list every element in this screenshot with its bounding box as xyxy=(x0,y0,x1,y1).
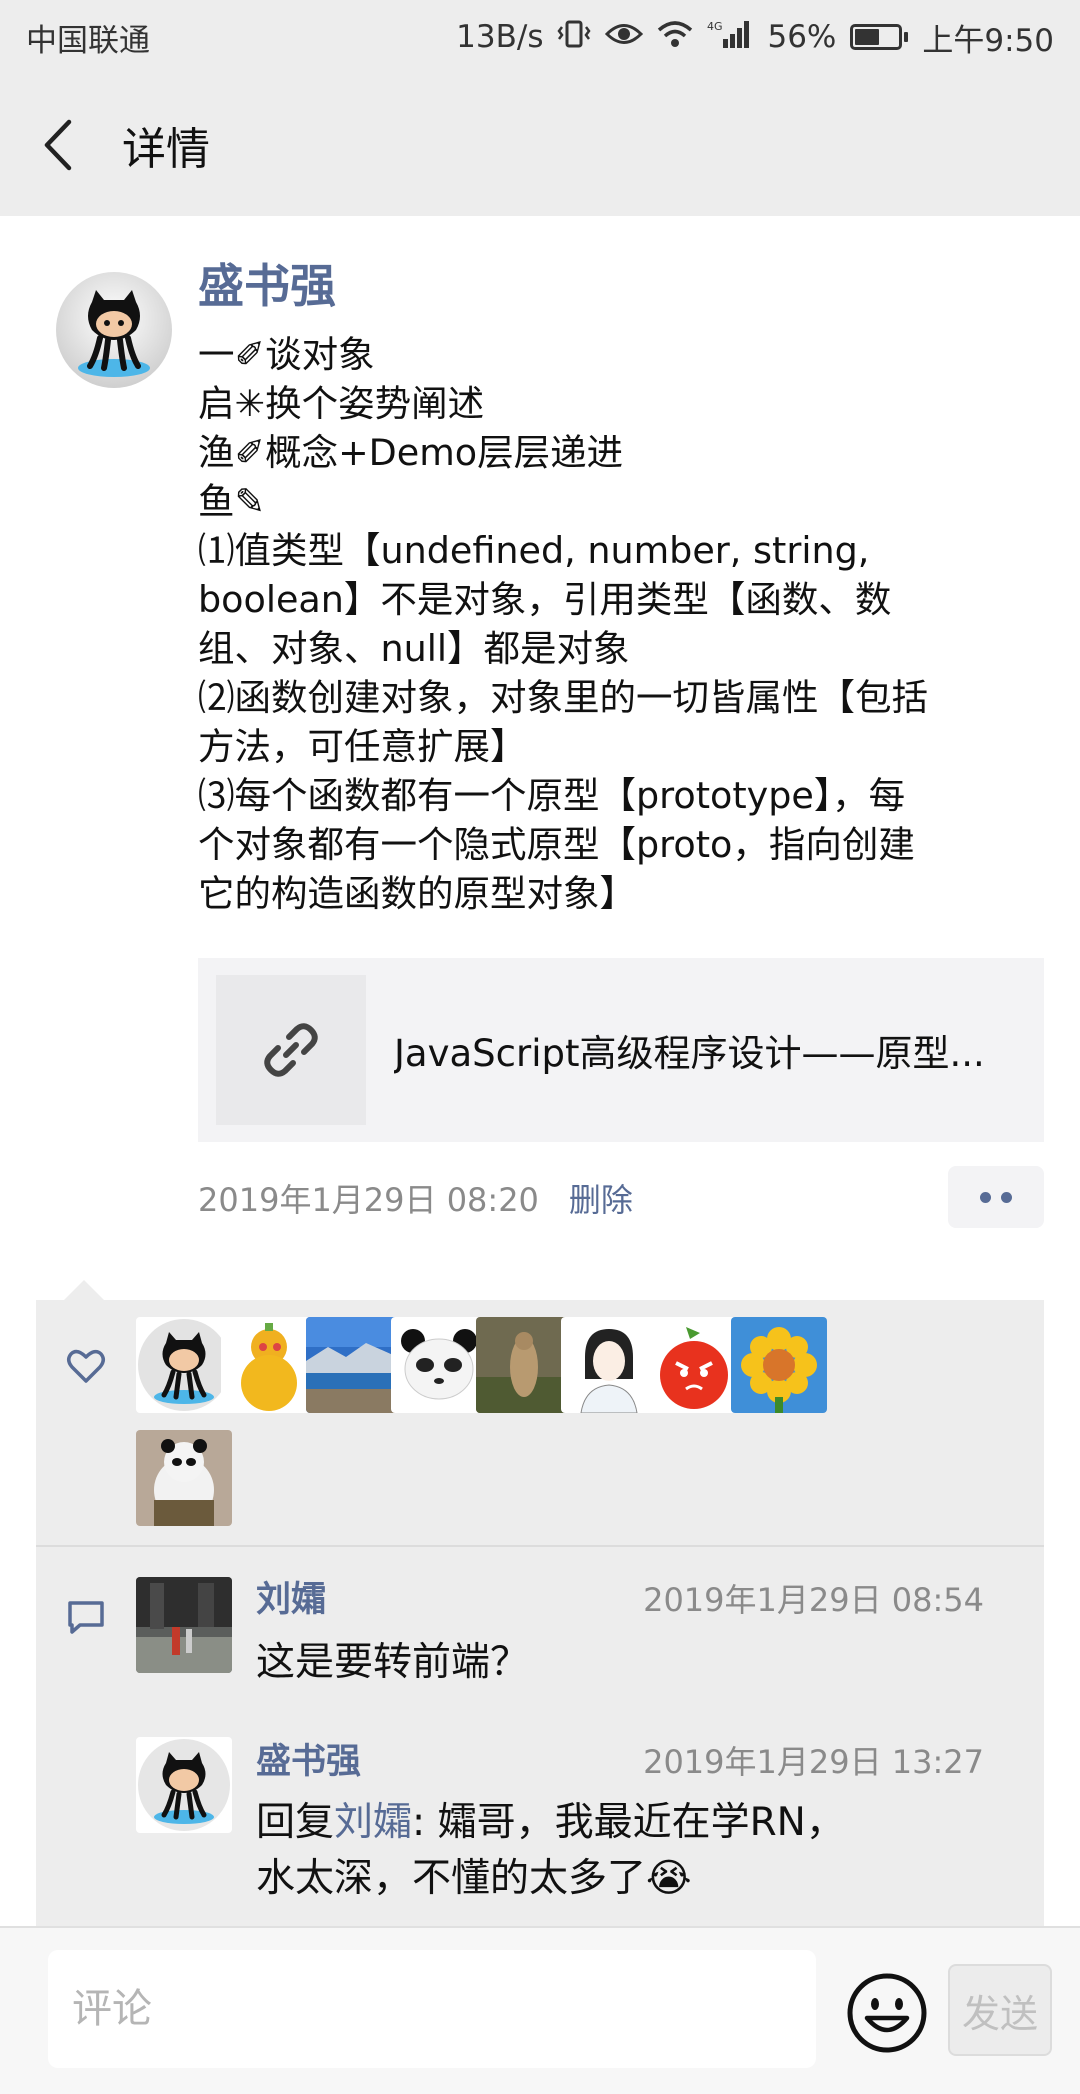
comment-text[interactable]: 回复刘孀: 孀哥，我最近在学RN， 水太深，不懂的太多了😭 xyxy=(256,1795,845,1907)
link-icon xyxy=(216,975,366,1125)
battery-icon xyxy=(850,24,909,50)
like-avatar-marmot[interactable] xyxy=(476,1317,572,1413)
like-avatar-octocat[interactable] xyxy=(136,1317,232,1413)
comment-bar: 发送 xyxy=(0,1926,1080,2094)
post-line: ⑵函数创建对象，对象里的一切皆属性【包括 xyxy=(198,676,928,719)
clock: 上午9:50 xyxy=(922,22,1054,59)
reply-target-name[interactable]: 刘孀 xyxy=(334,1800,412,1845)
vibrate-icon xyxy=(557,19,592,56)
post-line: 方法，可任意扩展】 xyxy=(198,725,527,768)
post-line: 一✐谈对象 xyxy=(198,333,375,376)
reply-text: : 孀哥，我最近在学RN， xyxy=(412,1800,845,1845)
comment-time: 2019年1月29日 08:54 xyxy=(643,1581,984,1619)
comment-text[interactable]: 这是要转前端？ xyxy=(256,1635,529,1691)
post-meta: 2019年1月29日 08:20 删除 xyxy=(198,1166,1044,1230)
commenter-name[interactable]: 盛书强 xyxy=(256,1733,361,1784)
like-avatar-sunflower[interactable] xyxy=(731,1317,827,1413)
comment-bubble-icon xyxy=(66,1599,106,1639)
like-avatar-girl-sketch[interactable] xyxy=(561,1317,657,1413)
commenter-name[interactable]: 刘孀 xyxy=(256,1571,326,1622)
author-avatar[interactable] xyxy=(56,272,172,388)
status-bar: 中国联通 13B/s 4G 56% 上午9:50 xyxy=(0,0,1080,74)
commenter-avatar[interactable] xyxy=(136,1577,232,1673)
signal-tag: 4G xyxy=(707,20,723,33)
author-name[interactable]: 盛书强 xyxy=(198,250,336,316)
title-bar: 详情 xyxy=(0,74,1080,216)
more-dot xyxy=(980,1191,991,1203)
like-avatar-lake[interactable] xyxy=(306,1317,402,1413)
page-title: 详情 xyxy=(122,124,210,175)
post-time: 2019年1月29日 08:20 xyxy=(198,1181,539,1219)
like-avatar-panda-cartoon[interactable] xyxy=(391,1317,487,1413)
smiley-icon[interactable] xyxy=(846,1972,928,2058)
delete-button[interactable]: 删除 xyxy=(569,1175,633,1221)
eye-icon xyxy=(605,21,644,54)
net-speed: 13B/s xyxy=(456,19,544,55)
post-line: ⑴值类型【undefined, number, string, xyxy=(198,529,870,572)
more-dot xyxy=(1001,1191,1012,1203)
shared-link-card[interactable]: JavaScript高级程序设计——原型... xyxy=(198,958,1044,1142)
comment-time: 2019年1月29日 13:27 xyxy=(643,1743,984,1781)
like-avatar-kungfu-panda[interactable] xyxy=(136,1430,232,1526)
post-line: boolean】不是对象，引用类型【函数、数 xyxy=(198,578,892,621)
panel-pointer xyxy=(64,1280,104,1300)
status-indicators: 13B/s 4G 56% 上午9:50 xyxy=(456,15,1054,60)
reply-text: 水太深，不懂的太多了😭 xyxy=(256,1856,692,1901)
post-text: 一✐谈对象 启✳换个姿势阐述 渔✐概念+Demo层层递进 鱼✎ ⑴值类型【und… xyxy=(198,330,1048,918)
more-actions-button[interactable] xyxy=(948,1166,1044,1228)
battery-percent: 56% xyxy=(767,19,837,55)
comments-section: 刘孀 2019年1月29日 08:54 这是要转前端？ 盛书强 2019年1月2… xyxy=(36,1547,1044,1927)
chevron-left-icon[interactable] xyxy=(38,115,78,175)
send-button[interactable]: 发送 xyxy=(948,1964,1052,2056)
reply-prefix: 回复 xyxy=(256,1800,335,1845)
wifi-icon xyxy=(657,20,693,55)
like-avatar-gourd[interactable] xyxy=(221,1317,317,1413)
carrier-label: 中国联通 xyxy=(26,22,150,59)
commenter-avatar[interactable] xyxy=(136,1737,232,1833)
cell-signal-icon: 4G xyxy=(707,19,753,56)
like-avatar-angry-fruit[interactable] xyxy=(646,1317,742,1413)
post-line: 组、对象、null】都是对象 xyxy=(198,627,630,670)
post-line: 启✳换个姿势阐述 xyxy=(198,382,485,425)
post-line: 渔✐概念+Demo层层递进 xyxy=(198,431,624,474)
post-line: ⑶每个函数都有一个原型【prototype】，每 xyxy=(198,774,906,817)
likes-section xyxy=(36,1300,1044,1545)
post-line: 它的构造函数的原型对象】 xyxy=(198,872,636,915)
heart-outline-icon xyxy=(66,1348,106,1388)
post-line: 鱼✎ xyxy=(198,480,266,523)
comment-input[interactable] xyxy=(48,1950,816,2068)
post-line: 个对象都有一个隐式原型【proto，指向创建 xyxy=(198,823,915,866)
link-title: JavaScript高级程序设计——原型... xyxy=(394,1032,985,1075)
